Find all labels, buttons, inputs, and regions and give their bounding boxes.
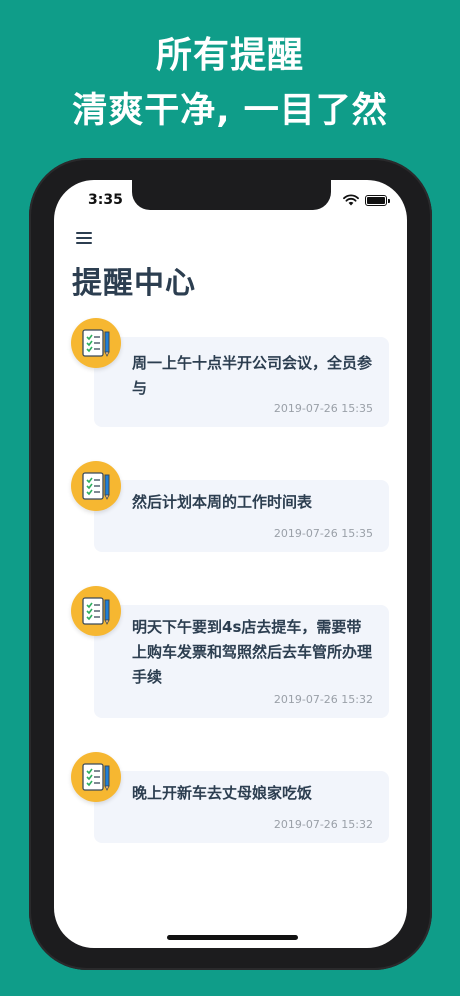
checklist-document-icon <box>82 763 110 791</box>
hamburger-menu-icon[interactable] <box>76 232 92 244</box>
checklist-document-icon <box>82 472 110 500</box>
phone-frame: 3:35 提醒中心 周一上午十点半开公司会议，全员参与 2019-07-26 1… <box>29 158 432 970</box>
reminder-card[interactable]: 然后计划本周的工作时间表 2019-07-26 15:35 <box>94 480 389 552</box>
reminder-badge <box>71 586 121 636</box>
app-screen: 3:35 提醒中心 周一上午十点半开公司会议，全员参与 2019-07-26 1… <box>54 180 407 948</box>
reminder-badge <box>71 461 121 511</box>
wifi-icon <box>343 194 359 206</box>
checklist-document-icon <box>82 329 110 357</box>
home-indicator[interactable] <box>167 935 298 940</box>
reminder-time: 2019-07-26 15:32 <box>273 693 373 706</box>
reminder-text: 晚上开新车去丈母娘家吃饭 <box>132 784 313 802</box>
reminder-card[interactable]: 明天下午要到4s店去提车，需要带上购车发票和驾照然后去车管所办理手续 2019-… <box>94 605 389 718</box>
promo-line-1: 所有提醒 <box>155 35 304 76</box>
phone-notch <box>132 180 331 210</box>
reminder-text: 周一上午十点半开公司会议，全员参与 <box>132 354 373 397</box>
reminder-time: 2019-07-26 15:35 <box>273 527 373 540</box>
reminder-text: 然后计划本周的工作时间表 <box>132 493 313 511</box>
battery-icon <box>365 194 390 206</box>
reminder-badge <box>71 752 121 802</box>
reminder-card[interactable]: 周一上午十点半开公司会议，全员参与 2019-07-26 15:35 <box>94 337 389 427</box>
reminder-card[interactable]: 晚上开新车去丈母娘家吃饭 2019-07-26 15:32 <box>94 771 389 843</box>
reminder-badge <box>71 318 121 368</box>
status-icons <box>343 194 390 206</box>
checklist-document-icon <box>82 597 110 625</box>
reminder-time: 2019-07-26 15:35 <box>273 402 373 415</box>
promo-line-2: 清爽干净, 一目了然 <box>72 91 388 131</box>
reminder-text: 明天下午要到4s店去提车，需要带上购车发票和驾照然后去车管所办理手续 <box>132 618 373 686</box>
promo-headline: 所有提醒 清爽干净, 一目了然 <box>0 30 460 138</box>
reminder-time: 2019-07-26 15:32 <box>273 818 373 831</box>
page-title: 提醒中心 <box>72 266 196 301</box>
status-time: 3:35 <box>88 192 123 208</box>
